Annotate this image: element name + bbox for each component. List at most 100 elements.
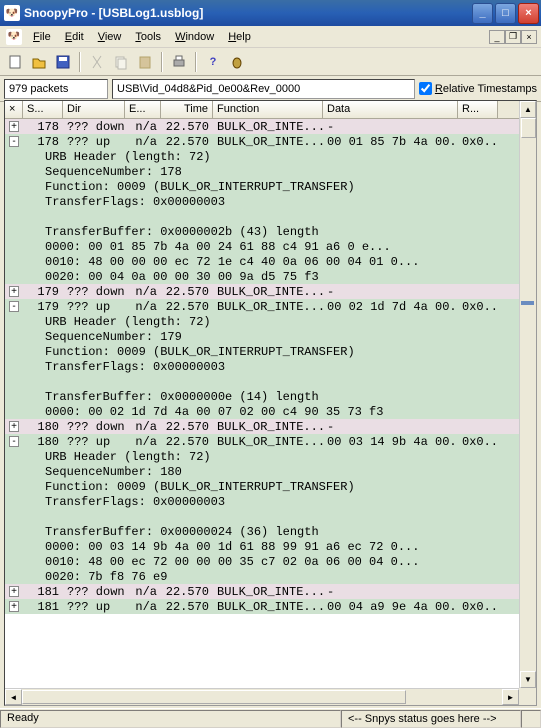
save-button[interactable] bbox=[52, 51, 74, 73]
scroll-mark bbox=[521, 301, 534, 305]
close-button[interactable]: × bbox=[518, 3, 539, 24]
expand-toggle[interactable]: + bbox=[5, 121, 23, 132]
expand-toggle[interactable]: + bbox=[5, 421, 23, 432]
cell-end: n/a bbox=[125, 600, 161, 614]
bug-button[interactable] bbox=[226, 51, 248, 73]
menu-edit[interactable]: Edit bbox=[58, 29, 91, 45]
expand-toggle[interactable]: + bbox=[5, 586, 23, 597]
open-button[interactable] bbox=[28, 51, 50, 73]
cell-dir: ??? down bbox=[63, 120, 125, 134]
cell-res: 0x0... bbox=[458, 300, 498, 314]
packet-row[interactable]: -178??? upn/a22.570BULK_OR_INTE...00 01 … bbox=[5, 134, 536, 149]
doc-icon: 🐶 bbox=[6, 29, 22, 45]
separator-icon bbox=[195, 52, 197, 72]
cell-res: 0x0... bbox=[458, 135, 498, 149]
maximize-button[interactable]: □ bbox=[495, 3, 516, 24]
packet-row[interactable]: -179??? upn/a22.570BULK_OR_INTE...00 02 … bbox=[5, 299, 536, 314]
cell-end: n/a bbox=[125, 435, 161, 449]
mdi-minimize-button[interactable]: _ bbox=[489, 30, 505, 44]
cell-data: 00 04 a9 9e 4a 00... bbox=[323, 600, 458, 614]
col-res[interactable]: R... bbox=[458, 101, 498, 118]
col-seq[interactable]: S... bbox=[23, 101, 63, 118]
packet-row[interactable]: +179??? downn/a22.570BULK_OR_INTE...- bbox=[5, 284, 536, 299]
menu-tools[interactable]: Tools bbox=[128, 29, 168, 45]
packet-row[interactable]: +181??? downn/a22.570BULK_OR_INTE...- bbox=[5, 584, 536, 599]
expand-toggle[interactable]: - bbox=[5, 136, 23, 147]
copy-button[interactable] bbox=[110, 51, 132, 73]
cell-seq: 179 bbox=[23, 285, 63, 299]
detail-row: 0000: 00 01 85 7b 4a 00 24 61 88 c4 91 a… bbox=[5, 239, 536, 254]
detail-row: URB Header (length: 72) bbox=[5, 449, 536, 464]
detail-row: TransferFlags: 0x00000003 bbox=[5, 359, 536, 374]
cell-func: BULK_OR_INTE... bbox=[213, 285, 323, 299]
print-button[interactable] bbox=[168, 51, 190, 73]
vertical-scrollbar[interactable]: ▲ ▼ bbox=[519, 101, 536, 688]
menu-file[interactable]: File bbox=[26, 29, 58, 45]
grid-body[interactable]: +178??? downn/a22.570BULK_OR_INTE...--17… bbox=[5, 119, 536, 705]
cell-time: 22.570 bbox=[161, 300, 213, 314]
detail-row: 0010: 48 00 00 00 ec 72 1e c4 40 0a 06 0… bbox=[5, 254, 536, 269]
cell-data: - bbox=[323, 420, 458, 434]
scroll-track[interactable] bbox=[22, 689, 502, 705]
mdi-close-button[interactable]: × bbox=[521, 30, 537, 44]
menu-bar: 🐶 File Edit View Tools Window Help _ ❐ × bbox=[0, 26, 541, 48]
detail-row bbox=[5, 509, 536, 524]
packet-row[interactable]: +181??? upn/a22.570BULK_OR_INTE...00 04 … bbox=[5, 599, 536, 614]
scroll-left-button[interactable]: ◄ bbox=[5, 689, 22, 705]
expand-toggle[interactable]: - bbox=[5, 436, 23, 447]
detail-row: Function: 0009 (BULK_OR_INTERRUPT_TRANSF… bbox=[5, 479, 536, 494]
packet-row[interactable]: -180??? upn/a22.570BULK_OR_INTE...00 03 … bbox=[5, 434, 536, 449]
expand-toggle[interactable]: + bbox=[5, 601, 23, 612]
col-end[interactable]: E... bbox=[125, 101, 161, 118]
url-input[interactable] bbox=[112, 79, 415, 99]
detail-row bbox=[5, 374, 536, 389]
col-dir[interactable]: Dir bbox=[63, 101, 125, 118]
checkbox-label: Relative Timestamps bbox=[435, 83, 537, 95]
menu-help[interactable]: Help bbox=[221, 29, 258, 45]
scroll-up-button[interactable]: ▲ bbox=[520, 101, 536, 118]
grid-header: × S... Dir E... Time Function Data R... bbox=[5, 101, 536, 119]
minimize-button[interactable]: _ bbox=[472, 3, 493, 24]
relative-timestamps-checkbox[interactable]: Relative Timestamps bbox=[419, 82, 537, 95]
packet-row[interactable]: +178??? downn/a22.570BULK_OR_INTE...- bbox=[5, 119, 536, 134]
horizontal-scrollbar[interactable]: ◄ ► bbox=[5, 688, 519, 705]
scroll-thumb[interactable] bbox=[521, 118, 536, 138]
hscroll-thumb[interactable] bbox=[22, 690, 406, 704]
title-bar: 🐶 SnoopyPro - [USBLog1.usblog] _ □ × bbox=[0, 0, 541, 26]
new-button[interactable] bbox=[4, 51, 26, 73]
detail-row: Function: 0009 (BULK_OR_INTERRUPT_TRANSF… bbox=[5, 344, 536, 359]
scroll-right-button[interactable]: ► bbox=[502, 689, 519, 705]
expand-toggle[interactable]: + bbox=[5, 286, 23, 297]
menu-window[interactable]: Window bbox=[168, 29, 221, 45]
cell-time: 22.570 bbox=[161, 435, 213, 449]
detail-row: URB Header (length: 72) bbox=[5, 314, 536, 329]
detail-row: 0020: 00 04 0a 00 00 30 00 9a d5 75 f3 bbox=[5, 269, 536, 284]
expand-toggle[interactable]: - bbox=[5, 301, 23, 312]
packet-row[interactable]: +180??? downn/a22.570BULK_OR_INTE...- bbox=[5, 419, 536, 434]
mdi-restore-button[interactable]: ❐ bbox=[505, 30, 521, 44]
toolbar: ? bbox=[0, 48, 541, 76]
col-func[interactable]: Function bbox=[213, 101, 323, 118]
cell-dir: ??? up bbox=[63, 600, 125, 614]
help-button[interactable]: ? bbox=[202, 51, 224, 73]
cell-res: 0x0... bbox=[458, 600, 498, 614]
scroll-down-button[interactable]: ▼ bbox=[520, 671, 536, 688]
packets-input[interactable] bbox=[4, 79, 108, 99]
col-data[interactable]: Data bbox=[323, 101, 458, 118]
paste-button[interactable] bbox=[134, 51, 156, 73]
cell-dir: ??? up bbox=[63, 135, 125, 149]
cell-seq: 181 bbox=[23, 585, 63, 599]
menu-view[interactable]: View bbox=[91, 29, 129, 45]
cell-seq: 180 bbox=[23, 435, 63, 449]
cell-data: - bbox=[323, 585, 458, 599]
checkbox-icon[interactable] bbox=[419, 82, 432, 95]
detail-row: TransferFlags: 0x00000003 bbox=[5, 494, 536, 509]
col-time[interactable]: Time bbox=[161, 101, 213, 118]
cell-seq: 181 bbox=[23, 600, 63, 614]
cell-data: - bbox=[323, 285, 458, 299]
cell-dir: ??? up bbox=[63, 300, 125, 314]
col-expand[interactable]: × bbox=[5, 101, 23, 118]
detail-row: TransferFlags: 0x00000003 bbox=[5, 194, 536, 209]
cell-time: 22.570 bbox=[161, 600, 213, 614]
cut-button[interactable] bbox=[86, 51, 108, 73]
